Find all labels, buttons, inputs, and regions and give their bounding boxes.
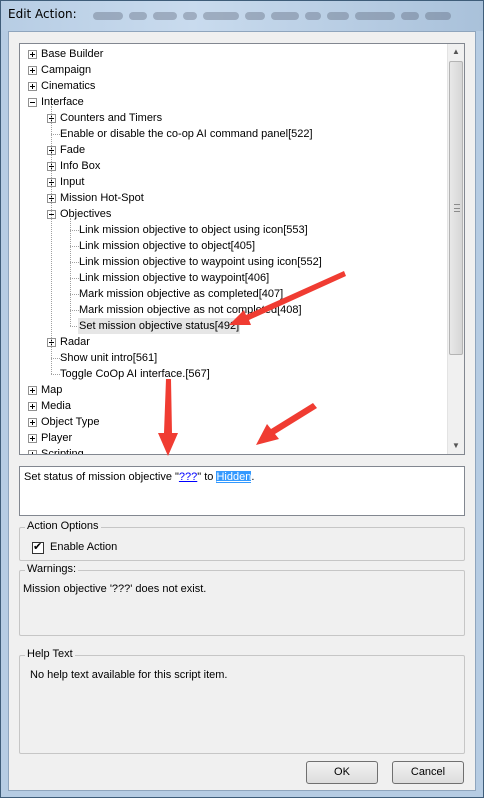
tree-item-label[interactable]: Player (40, 430, 73, 446)
tree-item-enable-or-disable-the-co-op-ai-command-panel-522[interactable]: Enable or disable the co-op AI command p… (20, 126, 448, 142)
action-options-group: Action Options Enable Action (19, 520, 465, 561)
scroll-up-arrow-icon[interactable]: ▲ (448, 44, 464, 60)
tree-item-label[interactable]: Link mission objective to waypoint[406] (78, 270, 270, 286)
tree-item-scripting[interactable]: Scripting (20, 446, 448, 454)
help-text-group: Help Text No help text available for thi… (19, 648, 465, 754)
tree-vertical-scrollbar[interactable]: ▲ ▼ (447, 44, 464, 454)
status-parameter-link[interactable]: Hidden (216, 471, 252, 483)
cancel-button[interactable]: Cancel (392, 761, 464, 784)
action-options-title: Action Options (25, 520, 101, 532)
tree-item-show-unit-intro-561[interactable]: Show unit intro[561] (20, 350, 448, 366)
help-text-body: No help text available for this script i… (30, 669, 228, 681)
enable-action-label[interactable]: Enable Action (50, 541, 117, 553)
tree-item-radar[interactable]: Radar (20, 334, 448, 350)
tree-item-mark-mission-objective-as-not-completed-408[interactable]: Mark mission objective as not completed[… (20, 302, 448, 318)
tree-item-input[interactable]: Input (20, 174, 448, 190)
tree-item-label[interactable]: Show unit intro[561] (59, 350, 158, 366)
warnings-title: Warnings: (25, 563, 79, 575)
tree-item-label[interactable]: Fade (59, 142, 86, 158)
tree-item-label[interactable]: Set mission objective status[492] (78, 318, 241, 334)
window-title: Edit Action: (8, 7, 77, 21)
action-tree-view[interactable]: ▲ ▼ Base Builder Campaign Cinematics Interf… (19, 43, 465, 455)
expand-plus-icon[interactable] (28, 450, 37, 454)
tree-item-label[interactable]: Link mission objective to object[405] (78, 238, 256, 254)
tree-item-label[interactable]: Info Box (59, 158, 101, 174)
tree-item-label[interactable]: Input (59, 174, 85, 190)
warnings-text: Mission objective '???' does not exist. (23, 583, 207, 595)
scroll-down-arrow-icon[interactable]: ▼ (448, 438, 464, 454)
ok-button[interactable]: OK (306, 761, 378, 784)
tree-item-label[interactable]: Base Builder (40, 46, 104, 62)
tree-item-counters-and-timers[interactable]: Counters and Timers (20, 110, 448, 126)
expand-plus-icon[interactable] (28, 402, 37, 411)
tree-item-interface[interactable]: Interface (20, 94, 448, 110)
tree-item-map[interactable]: Map (20, 382, 448, 398)
tree-item-cinematics[interactable]: Cinematics (20, 78, 448, 94)
description-prefix: Set status of mission objective " (24, 471, 179, 483)
tree-item-label[interactable]: Interface (40, 94, 85, 110)
tree-item-label[interactable]: Link mission objective to waypoint using… (78, 254, 323, 270)
tree-item-label[interactable]: Campaign (40, 62, 92, 78)
tree-item-label[interactable]: Object Type (40, 414, 101, 430)
tree-item-link-mission-objective-to-object-405[interactable]: Link mission objective to object[405] (20, 238, 448, 254)
tree-item-label[interactable]: Link mission objective to object using i… (78, 222, 309, 238)
tree-item-label[interactable]: Objectives (59, 206, 112, 222)
tree-item-campaign[interactable]: Campaign (20, 62, 448, 78)
collapse-minus-icon[interactable] (28, 98, 37, 107)
objectives-children-connector (70, 218, 72, 326)
expand-plus-icon[interactable] (28, 66, 37, 75)
expand-plus-icon[interactable] (28, 50, 37, 59)
expand-plus-icon[interactable] (28, 386, 37, 395)
tree-item-label[interactable]: Mark mission objective as completed[407] (78, 286, 284, 302)
action-description-box: Set status of mission objective "???" to… (19, 466, 465, 516)
tree-item-label[interactable]: Scripting (40, 446, 85, 454)
tree-item-link-mission-objective-to-waypoint-using-icon-552[interactable]: Link mission objective to waypoint using… (20, 254, 448, 270)
tree-item-label[interactable]: Radar (59, 334, 91, 350)
description-suffix: . (251, 471, 255, 483)
tree-item-link-mission-objective-to-waypoint-406[interactable]: Link mission objective to waypoint[406] (20, 270, 448, 286)
tree-item-mission-hot-spot[interactable]: Mission Hot-Spot (20, 190, 448, 206)
tree-item-label[interactable]: Cinematics (40, 78, 96, 94)
edit-action-window: Edit Action: ▲ ▼ Base Builder Campaign Cin… (0, 0, 484, 798)
tree-item-label[interactable]: Map (40, 382, 63, 398)
tree-item-label[interactable]: Media (40, 398, 72, 414)
tree-item-object-type[interactable]: Object Type (20, 414, 448, 430)
tree-item-label[interactable]: Counters and Timers (59, 110, 163, 126)
tree-item-label[interactable]: Mission Hot-Spot (59, 190, 145, 206)
tree-item-label[interactable]: Toggle CoOp AI interface.[567] (59, 366, 211, 382)
title-bar-obscured-area (93, 9, 473, 23)
help-text-title: Help Text (25, 648, 75, 660)
expand-plus-icon[interactable] (28, 434, 37, 443)
warnings-group: Warnings: Mission objective '???' does n… (19, 563, 465, 636)
tree-item-link-mission-objective-to-object-using-icon-553[interactable]: Link mission objective to object using i… (20, 222, 448, 238)
tree-item-mark-mission-objective-as-completed-407[interactable]: Mark mission objective as completed[407] (20, 286, 448, 302)
tree-item-info-box[interactable]: Info Box (20, 158, 448, 174)
interface-children-connector (51, 106, 53, 374)
dialog-client-area: ▲ ▼ Base Builder Campaign Cinematics Interf… (8, 31, 476, 791)
enable-action-checkbox[interactable] (32, 540, 44, 554)
tree-item-set-mission-objective-status-492[interactable]: Set mission objective status[492] (20, 318, 448, 334)
title-bar[interactable]: Edit Action: (1, 1, 483, 31)
tree-item-player[interactable]: Player (20, 430, 448, 446)
tree-item-objectives[interactable]: Objectives (20, 206, 448, 222)
tree-item-base-builder[interactable]: Base Builder (20, 46, 448, 62)
tree-item-fade[interactable]: Fade (20, 142, 448, 158)
tree-item-label[interactable]: Enable or disable the co-op AI command p… (59, 126, 314, 142)
objective-parameter-link[interactable]: ??? (179, 471, 197, 483)
scrollbar-thumb[interactable] (449, 61, 463, 355)
tree-item-toggle-coop-ai-interface-567[interactable]: Toggle CoOp AI interface.[567] (20, 366, 448, 382)
expand-plus-icon[interactable] (28, 418, 37, 427)
tree-item-media[interactable]: Media (20, 398, 448, 414)
tree-item-label[interactable]: Mark mission objective as not completed[… (78, 302, 303, 318)
expand-plus-icon[interactable] (28, 82, 37, 91)
description-middle: " to (197, 471, 217, 483)
